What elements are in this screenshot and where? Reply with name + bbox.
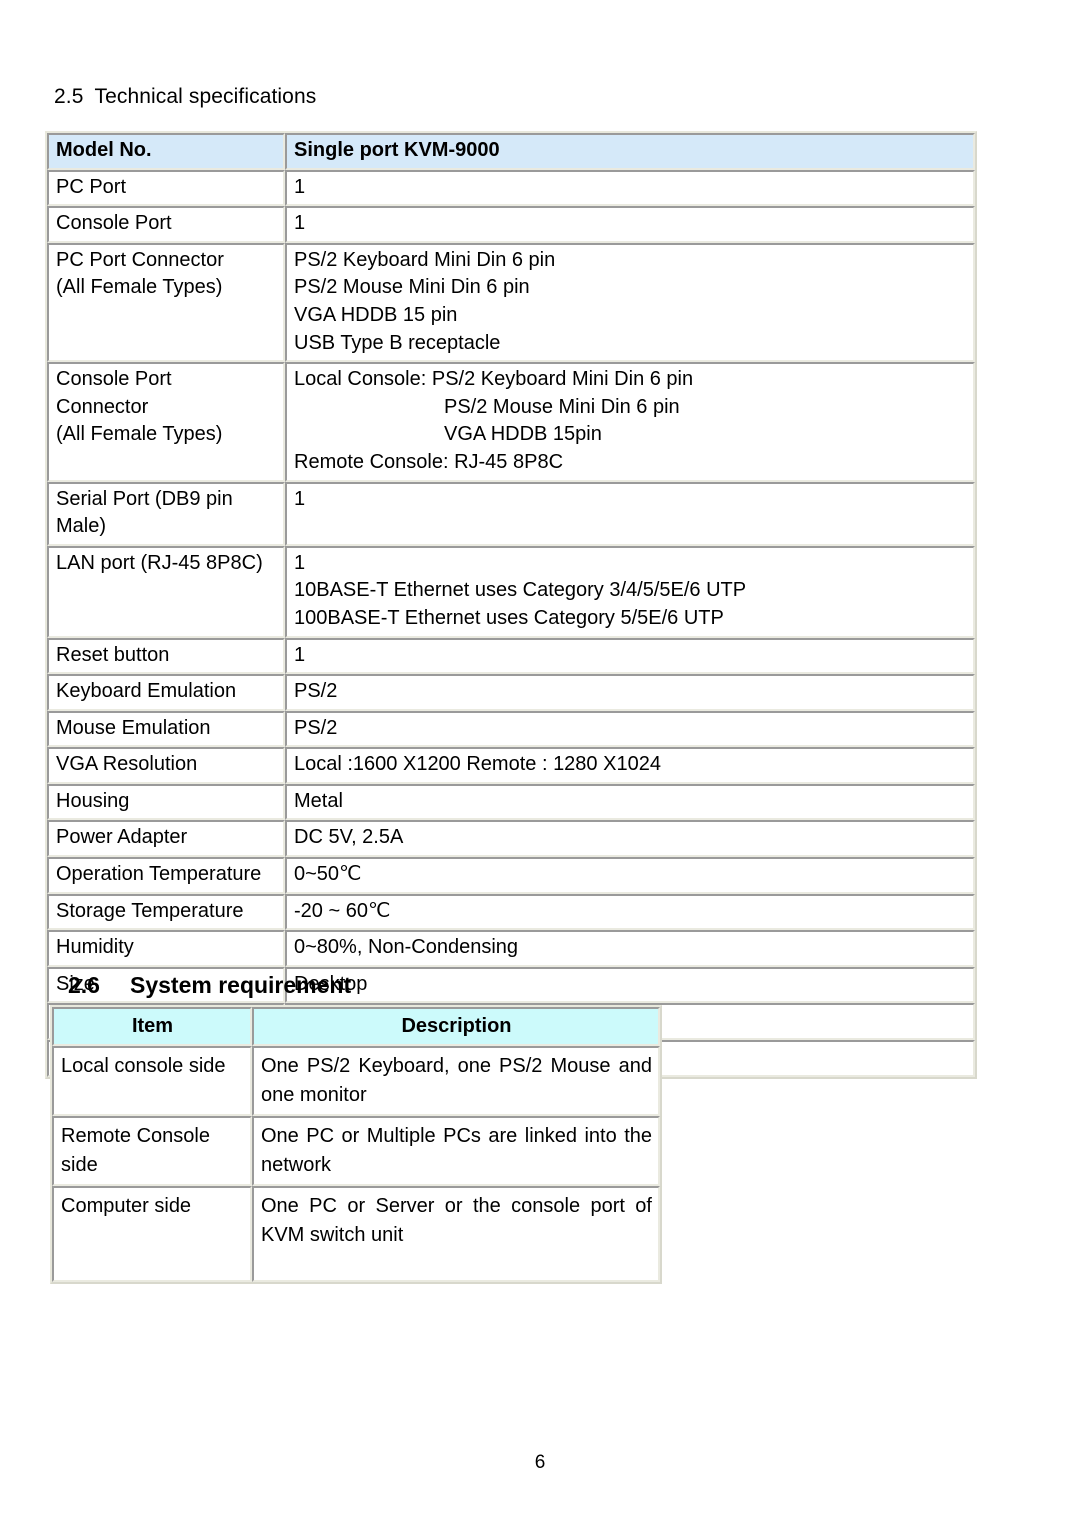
spec-label-line: Console Port <box>56 368 172 391</box>
requirement-description: One PC or Server or the console port of … <box>252 1186 660 1282</box>
technical-specifications-table: Model No. Single port KVM-9000 PC Port 1… <box>45 131 977 1079</box>
requirement-item: Local console side <box>52 1046 252 1116</box>
table-row: Local console side One PS/2 Keyboard, on… <box>52 1046 660 1116</box>
table-row: Reset button 1 <box>47 637 975 675</box>
document-page: 2.5 Technical specifications Model No. Si… <box>0 0 1080 1527</box>
section-number: 2.6 <box>68 972 100 998</box>
table-row: Computer side One PC or Server or the co… <box>52 1186 660 1282</box>
table-row: Operation Temperature 0~50℃ <box>47 857 975 894</box>
table-row: Keyboard Emulation PS/2 <box>47 674 975 711</box>
spec-label: Operation Temperature <box>47 857 285 894</box>
section-title: System requirement <box>129 972 352 998</box>
table-row: Storage Temperature -20 ~ 60℃ <box>47 893 975 931</box>
table-row: Remote Console side One PC or Multiple P… <box>52 1116 660 1186</box>
spec-value: 0~50℃ <box>285 857 975 894</box>
table-row: Humidity 0~80%, Non-Condensing <box>47 930 975 967</box>
spec-label: Console Port <box>47 206 285 243</box>
spec-label: LAN port (RJ-45 8P8C) <box>47 545 285 638</box>
spec-value-line: 10BASE-T Ethernet uses Category 3/4/5/5E… <box>294 579 747 602</box>
spec-value: DC 5V, 2.5A <box>285 820 975 858</box>
spec-label-line: PC Port Connector <box>56 248 224 271</box>
spec-label-line: (All Female Types) <box>56 276 223 299</box>
spec-value: 0~80%, Non-Condensing <box>285 930 975 967</box>
requirement-item: Remote Console side <box>52 1116 252 1186</box>
spec-label: PC Port <box>47 169 285 207</box>
spec-label-line: Serial Port (DB9 pin <box>56 487 233 510</box>
spec-value: -20 ~ 60℃ <box>285 893 975 931</box>
spec-value-line: VGA HDDB 15pin <box>444 423 602 446</box>
spec-label-line: (All Female Types) <box>56 423 223 446</box>
spec-label: Humidity <box>47 930 285 967</box>
spec-label-line: Male) <box>56 515 107 538</box>
table-row: PC Port Connector (All Female Types) PS/… <box>47 242 975 363</box>
spec-value: Local Console: PS/2 Keyboard Mini Din 6 … <box>285 362 975 482</box>
spec-label: Keyboard Emulation <box>47 674 285 711</box>
table-header-row: Item Description <box>52 1007 660 1046</box>
requirement-description: One PC or Multiple PCs are linked into t… <box>252 1116 660 1186</box>
table-row: Console Port 1 <box>47 206 975 243</box>
spec-value-line: 1 <box>294 551 306 574</box>
spec-value: 1 <box>285 637 975 675</box>
spec-value: PS/2 <box>285 674 975 711</box>
spec-value-line: Remote Console: RJ-45 8P8C <box>294 450 564 473</box>
system-requirement-table: Item Description Local console side One … <box>50 1005 662 1284</box>
spec-value-line: USB Type B receptacle <box>294 331 501 354</box>
table-header-row: Model No. Single port KVM-9000 <box>47 133 975 170</box>
table-row: Console Port Connector (All Female Types… <box>47 362 975 482</box>
spec-label: Console Port Connector (All Female Types… <box>47 362 285 482</box>
spec-label-line: Connector <box>56 395 149 418</box>
spec-label: PC Port Connector (All Female Types) <box>47 242 285 363</box>
spec-label: Serial Port (DB9 pin Male) <box>47 481 285 546</box>
spec-value: PS/2 Keyboard Mini Din 6 pin PS/2 Mouse … <box>285 242 975 363</box>
spec-value: Local :1600 X1200 Remote : 1280 X1024 <box>285 747 975 784</box>
section-title: Technical specifications <box>94 85 317 108</box>
header-item: Item <box>52 1007 252 1046</box>
table-row: VGA Resolution Local :1600 X1200 Remote … <box>47 747 975 784</box>
spec-value: 1 10BASE-T Ethernet uses Category 3/4/5/… <box>285 545 975 638</box>
table-row: PC Port 1 <box>47 169 975 207</box>
section-number: 2.5 <box>54 85 84 108</box>
spec-label: Storage Temperature <box>47 893 285 931</box>
spec-value: PS/2 <box>285 710 975 748</box>
spec-value-line: VGA HDDB 15 pin <box>294 303 458 326</box>
spec-label: Reset button <box>47 637 285 675</box>
spec-value-line: PS/2 Mouse Mini Din 6 pin <box>294 276 530 299</box>
header-model-no: Model No. <box>47 133 285 170</box>
spec-value: 1 <box>285 481 975 546</box>
section-heading-system-requirement: 2.6 System requirement <box>68 972 351 999</box>
spec-value: Desktop <box>285 966 975 1004</box>
spec-label: Power Adapter <box>47 820 285 858</box>
header-model-value: Single port KVM-9000 <box>285 133 975 170</box>
table-row: Serial Port (DB9 pin Male) 1 <box>47 481 975 546</box>
spec-label: Mouse Emulation <box>47 710 285 748</box>
table-row: Housing Metal <box>47 783 975 821</box>
header-description: Description <box>252 1007 660 1046</box>
spec-value-line: Local Console: PS/2 Keyboard Mini Din 6 … <box>294 368 694 391</box>
table-row: Mouse Emulation PS/2 <box>47 710 975 748</box>
spec-label: Housing <box>47 783 285 821</box>
spec-value-line: 100BASE-T Ethernet uses Category 5/5E/6 … <box>294 606 724 629</box>
section-heading-technical-specifications: 2.5 Technical specifications <box>54 85 316 109</box>
table-row: Power Adapter DC 5V, 2.5A <box>47 820 975 858</box>
spec-value: 1 <box>285 169 975 207</box>
spec-label: VGA Resolution <box>47 747 285 784</box>
spec-value-line: PS/2 Mouse Mini Din 6 pin <box>444 395 680 418</box>
requirement-item: Computer side <box>52 1186 252 1282</box>
spec-value: Metal <box>285 783 975 821</box>
requirement-description: One PS/2 Keyboard, one PS/2 Mouse and on… <box>252 1046 660 1116</box>
spec-value: 1 <box>285 206 975 243</box>
table-row: LAN port (RJ-45 8P8C) 1 10BASE-T Etherne… <box>47 545 975 638</box>
page-number: 6 <box>534 1452 546 1473</box>
spec-value-line: PS/2 Keyboard Mini Din 6 pin <box>294 248 556 271</box>
